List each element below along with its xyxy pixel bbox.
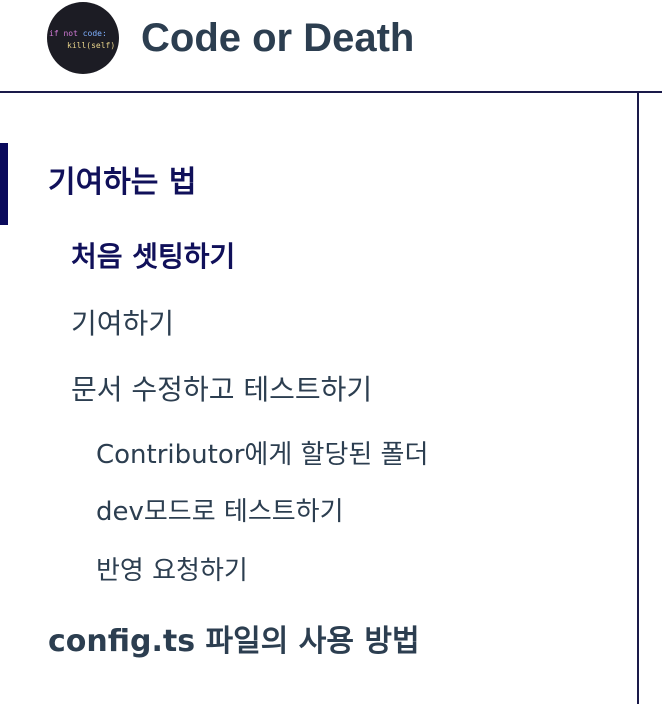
nav-item-edit-and-test-docs[interactable]: 문서 수정하고 테스트하기	[71, 373, 372, 407]
logo-code-line-2: kill(self)	[67, 41, 116, 50]
site-title[interactable]: Code or Death	[141, 12, 414, 64]
nav-section-config-usage[interactable]: config.ts 파일의 사용 방법	[48, 624, 420, 660]
nav-subitem-contributor-folder[interactable]: Contributor에게 할당된 폴더	[96, 440, 428, 471]
site-header: if not code: kill(self) Code or Death	[0, 0, 662, 93]
nav-section-contributing[interactable]: 기여하는 법	[48, 165, 196, 201]
logo-code-line-1: if not code:	[49, 29, 107, 38]
active-section-indicator	[0, 143, 8, 225]
sidebar-divider	[637, 93, 639, 704]
site-logo[interactable]: if not code: kill(self)	[47, 2, 119, 74]
nav-item-contribute[interactable]: 기여하기	[71, 307, 174, 341]
nav-subitem-pull-request[interactable]: 반영 요청하기	[96, 556, 248, 587]
nav-subitem-dev-mode-test[interactable]: dev모드로 테스트하기	[96, 497, 344, 528]
nav-item-first-setup[interactable]: 처음 셋팅하기	[71, 240, 235, 274]
